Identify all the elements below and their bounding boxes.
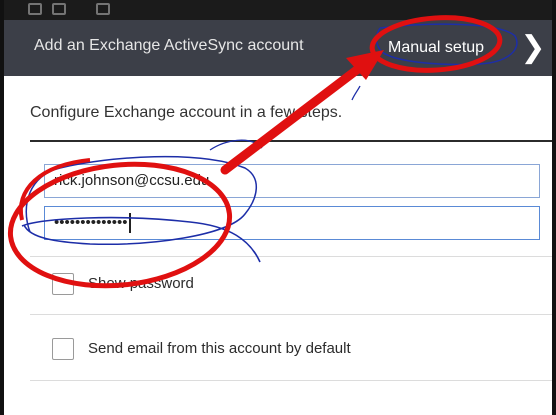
- row-divider: [30, 314, 552, 315]
- gallery-icon: [52, 3, 66, 15]
- action-bar: Add an Exchange ActiveSync account Manua…: [4, 20, 552, 76]
- text-caret: [128, 213, 131, 234]
- account-form: Configure Exchange account in a few step…: [4, 76, 552, 415]
- section-divider: [30, 140, 552, 142]
- email-field[interactable]: rick.johnson@ccsu.edu: [44, 164, 540, 198]
- page-title: Add an Exchange ActiveSync account: [34, 37, 304, 54]
- password-dots: ••••••••••••••: [54, 214, 128, 231]
- status-bar: [4, 0, 552, 20]
- show-password-label[interactable]: Show password: [88, 275, 194, 292]
- download-icon: [96, 3, 110, 15]
- default-account-label[interactable]: Send email from this account by default: [88, 340, 351, 357]
- manual-setup-button[interactable]: Manual setup: [380, 30, 492, 66]
- notification-icon: [28, 3, 42, 15]
- password-field[interactable]: ••••••••••••••: [44, 206, 540, 240]
- form-subtitle: Configure Exchange account in a few step…: [30, 104, 343, 121]
- row-divider: [30, 380, 552, 381]
- row-divider: [30, 256, 552, 257]
- next-chevron-icon[interactable]: ❯: [518, 30, 548, 66]
- default-account-checkbox[interactable]: [52, 338, 74, 360]
- screen-bezel-right: [552, 0, 556, 415]
- show-password-checkbox[interactable]: [52, 273, 74, 295]
